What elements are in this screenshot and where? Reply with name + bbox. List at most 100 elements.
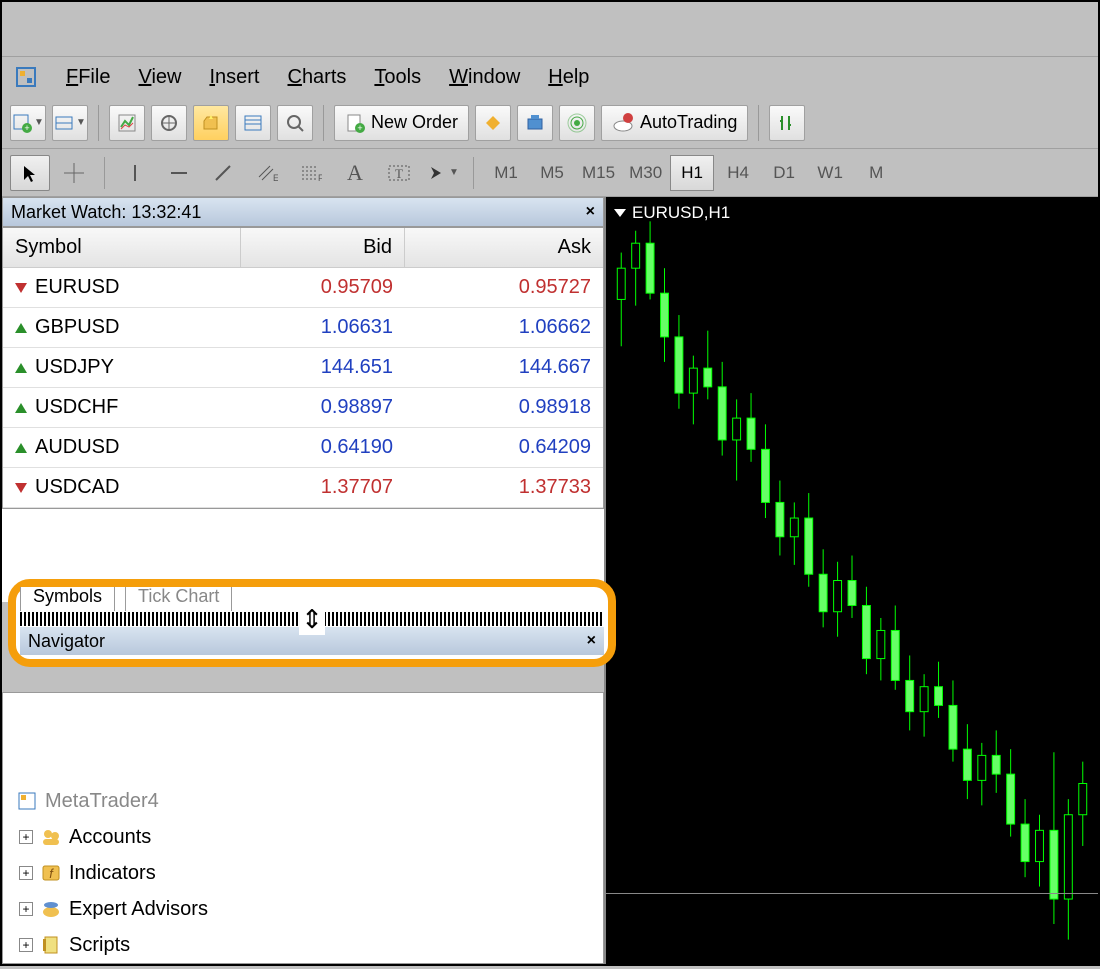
market-watch-close-icon[interactable]: × <box>586 203 595 221</box>
folder-icon <box>39 898 63 920</box>
chart-divider <box>606 893 1098 894</box>
menu-tools[interactable]: Tools <box>374 66 421 89</box>
tab-tick-chart[interactable]: Tick Chart <box>125 581 232 611</box>
title-bar <box>2 2 1098 57</box>
symbol-row-usdchf[interactable]: USDCHF0.988970.98918 <box>3 388 603 428</box>
menu-view[interactable]: View <box>138 66 181 89</box>
timeframe-m[interactable]: M <box>854 155 898 191</box>
direction-icon <box>15 363 27 373</box>
strategy-tester-button[interactable] <box>277 105 313 141</box>
arrows-button[interactable]: ▼ <box>423 155 463 191</box>
market-watch-header[interactable]: Market Watch: 13:32:41 × <box>2 197 604 227</box>
timeframe-m30[interactable]: M30 <box>623 155 668 191</box>
timeframe-m15[interactable]: M15 <box>576 155 621 191</box>
folder-icon: f <box>39 862 63 884</box>
market-watch-columns: Symbol Bid Ask <box>3 228 603 268</box>
vertical-line-button[interactable] <box>115 155 155 191</box>
svg-text:+: + <box>357 123 362 133</box>
navigator-button[interactable] <box>193 105 229 141</box>
tree-root[interactable]: MetaTrader4 <box>15 783 603 819</box>
direction-icon <box>15 323 27 333</box>
autotrading-button[interactable]: AutoTrading <box>601 105 748 141</box>
symbol-row-usdcad[interactable]: USDCAD1.377071.37733 <box>3 468 603 508</box>
crosshair-button[interactable] <box>54 155 94 191</box>
expand-icon[interactable]: + <box>19 830 33 844</box>
tab-symbols[interactable]: Symbols <box>20 581 115 611</box>
mt4-icon <box>15 790 39 812</box>
trendline-button[interactable] <box>203 155 243 191</box>
menu-bar: FFileFile View Insert Charts Tools Windo… <box>2 57 1098 97</box>
folder-icon <box>39 826 63 848</box>
new-chart-button[interactable]: +▼ <box>10 105 46 141</box>
expand-icon[interactable]: + <box>19 902 33 916</box>
symbol-row-usdjpy[interactable]: USDJPY144.651144.667 <box>3 348 603 388</box>
expand-icon[interactable]: + <box>19 938 33 952</box>
timeframe-m1[interactable]: M1 <box>484 155 528 191</box>
cursor-button[interactable] <box>10 155 50 191</box>
navigator-title: Navigator <box>28 631 105 652</box>
col-ask[interactable]: Ask <box>405 228 603 267</box>
new-order-label: New Order <box>371 112 458 133</box>
direction-icon <box>15 443 27 453</box>
symbol-row-audusd[interactable]: AUDUSD0.641900.64209 <box>3 428 603 468</box>
app-icon <box>14 65 38 89</box>
nav-item-expert-advisors[interactable]: +Expert Advisors <box>19 891 603 927</box>
navigator-tree: MetaTrader4 +Accounts+fIndicators+Expert… <box>3 779 603 963</box>
profiles-button[interactable]: ▼ <box>52 105 88 141</box>
timeframe-h4[interactable]: H4 <box>716 155 760 191</box>
chart-type-button[interactable] <box>769 105 805 141</box>
text-label-button[interactable]: T <box>379 155 419 191</box>
svg-text:E: E <box>273 173 278 183</box>
chart-title-label: EURUSD,H1 <box>632 203 730 223</box>
equidistant-channel-button[interactable]: E <box>247 155 287 191</box>
menu-charts[interactable]: Charts <box>287 66 346 89</box>
direction-icon <box>15 283 27 293</box>
svg-text:T: T <box>395 166 403 181</box>
col-bid[interactable]: Bid <box>241 228 405 267</box>
col-symbol[interactable]: Symbol <box>3 228 241 267</box>
drawing-toolbar: E F A T ▼ M1M5M15M30H1H4D1W1M <box>2 149 1098 197</box>
nav-item-accounts[interactable]: +Accounts <box>19 819 603 855</box>
fibonacci-button[interactable]: F <box>291 155 331 191</box>
timeframe-d1[interactable]: D1 <box>762 155 806 191</box>
horizontal-line-button[interactable] <box>159 155 199 191</box>
nav-item-scripts[interactable]: +Scripts <box>19 927 603 963</box>
timeframe-bar: M1M5M15M30H1H4D1W1M <box>484 155 898 191</box>
market-watch-table: Symbol Bid Ask EURUSD0.957090.95727GBPUS… <box>2 227 604 509</box>
symbol-row-eurusd[interactable]: EURUSD0.957090.95727 <box>3 268 603 308</box>
timeframe-h1[interactable]: H1 <box>670 155 714 191</box>
svg-text:+: + <box>24 123 29 133</box>
direction-icon <box>15 483 27 493</box>
chart-title-bar[interactable]: EURUSD,H1 <box>614 203 730 223</box>
timeframe-w1[interactable]: W1 <box>808 155 852 191</box>
autotrading-label: AutoTrading <box>640 112 737 133</box>
candlestick-chart[interactable] <box>606 197 1098 964</box>
navigator-panel: MetaTrader4 +Accounts+fIndicators+Expert… <box>2 692 604 964</box>
symbol-row-gbpusd[interactable]: GBPUSD1.066311.06662 <box>3 308 603 348</box>
expand-icon[interactable]: + <box>19 866 33 880</box>
chart-area[interactable]: EURUSD,H1 <box>604 197 1098 964</box>
direction-icon <box>15 403 27 413</box>
svg-text:F: F <box>318 173 322 183</box>
folder-icon <box>39 934 63 956</box>
terminal-button[interactable] <box>235 105 271 141</box>
new-order-button[interactable]: + New Order <box>334 105 469 141</box>
market-watch-button[interactable] <box>109 105 145 141</box>
panel-splitter[interactable]: ⇕ <box>20 612 604 626</box>
menu-insert[interactable]: Insert <box>209 66 259 89</box>
menu-window[interactable]: Window <box>449 66 520 89</box>
timeframe-m5[interactable]: M5 <box>530 155 574 191</box>
market-watch-title: Market Watch: 13:32:41 <box>11 202 201 223</box>
menu-help[interactable]: Help <box>548 66 589 89</box>
main-toolbar: +▼ ▼ + New Order AutoTrading <box>2 97 1098 149</box>
signals-button[interactable] <box>559 105 595 141</box>
expert-advisors-button[interactable] <box>517 105 553 141</box>
metaquotes-button[interactable] <box>475 105 511 141</box>
chart-dropdown-icon[interactable] <box>614 209 626 217</box>
nav-item-indicators[interactable]: +fIndicators <box>19 855 603 891</box>
resize-cursor-icon: ⇕ <box>299 604 325 635</box>
menu-file[interactable]: FFileFile <box>66 66 110 89</box>
navigator-close-icon[interactable]: × <box>587 632 596 650</box>
data-window-button[interactable] <box>151 105 187 141</box>
text-button[interactable]: A <box>335 155 375 191</box>
